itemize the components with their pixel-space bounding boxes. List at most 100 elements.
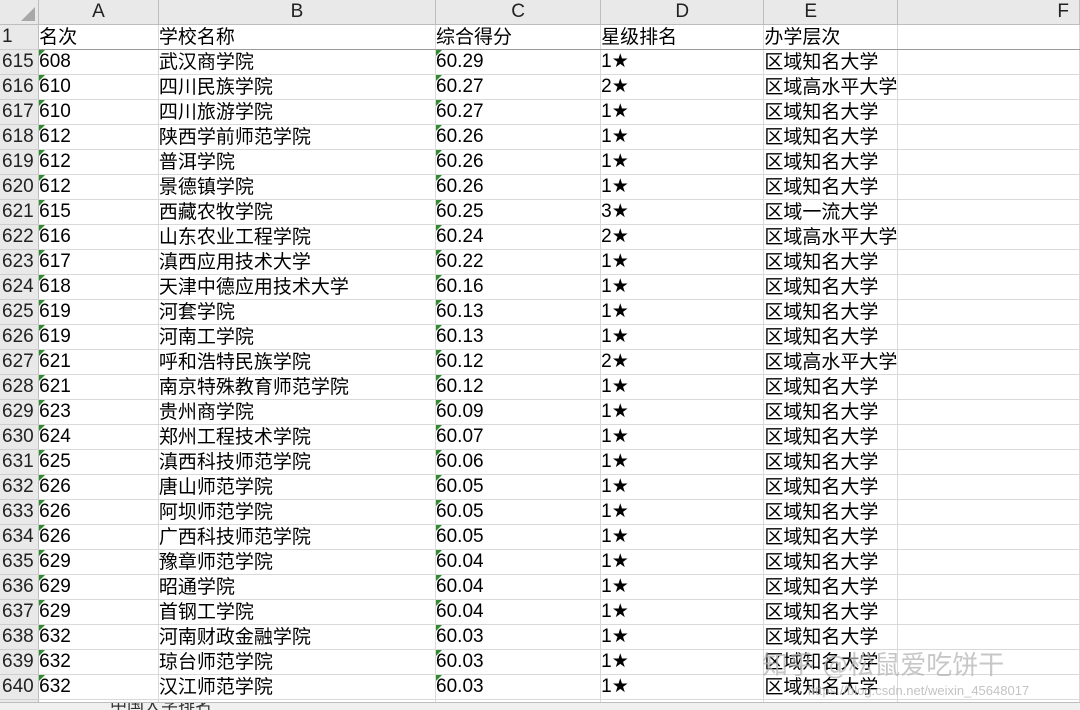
cell-empty[interactable] — [897, 349, 1080, 375]
cell-score[interactable]: 60.04 — [435, 574, 602, 600]
cell-score[interactable]: 60.12 — [435, 349, 602, 375]
cell-rank[interactable]: 618 — [38, 274, 159, 300]
cell-score[interactable]: 60.05 — [435, 499, 602, 525]
cell-rank[interactable]: 617 — [38, 249, 159, 275]
row-header[interactable]: 617 — [0, 99, 40, 125]
cell-star-rank[interactable]: 2★ — [600, 74, 765, 100]
row-header[interactable]: 636 — [0, 574, 40, 600]
cell-level[interactable]: 区域高水平大学 — [763, 224, 899, 250]
row-header[interactable]: 624 — [0, 274, 40, 300]
row-header[interactable]: 623 — [0, 249, 40, 275]
row-header[interactable]: 619 — [0, 149, 40, 175]
cell-rank[interactable]: 625 — [38, 449, 159, 475]
cell-star-rank[interactable]: 1★ — [600, 674, 765, 700]
cell-star-rank[interactable]: 1★ — [600, 49, 765, 75]
cell-star-rank[interactable]: 1★ — [600, 99, 765, 125]
cell-rank[interactable]: 626 — [38, 474, 159, 500]
cell-empty[interactable] — [897, 99, 1080, 125]
row-header[interactable]: 638 — [0, 624, 40, 650]
row-header[interactable]: 629 — [0, 399, 40, 425]
cell-level[interactable]: 区域知名大学 — [763, 299, 899, 325]
cell-score[interactable]: 60.03 — [435, 674, 602, 700]
cell-star-rank[interactable]: 2★ — [600, 349, 765, 375]
cell-score[interactable]: 60.26 — [435, 174, 602, 200]
cell-empty[interactable] — [897, 249, 1080, 275]
cell-school-name[interactable]: 山东农业工程学院 — [158, 224, 437, 250]
cell-rank[interactable]: 612 — [38, 149, 159, 175]
cell-empty[interactable] — [897, 474, 1080, 500]
cell-score[interactable]: 60.27 — [435, 74, 602, 100]
cell-star-rank[interactable]: 2★ — [600, 224, 765, 250]
cell-score[interactable]: 60.29 — [435, 49, 602, 75]
cell-score[interactable]: 60.26 — [435, 124, 602, 150]
cell-rank[interactable]: 624 — [38, 424, 159, 450]
cell-header-star[interactable]: 星级排名 — [600, 24, 765, 50]
cell-level[interactable]: 区域知名大学 — [763, 149, 899, 175]
cell-rank[interactable]: 610 — [38, 99, 159, 125]
cell-level[interactable]: 区域知名大学 — [763, 549, 899, 575]
cell-score[interactable]: 60.03 — [435, 624, 602, 650]
cell-score[interactable]: 60.03 — [435, 649, 602, 675]
cell-star-rank[interactable]: 1★ — [600, 599, 765, 625]
cell-empty[interactable] — [897, 299, 1080, 325]
cell-empty[interactable] — [897, 124, 1080, 150]
cell-star-rank[interactable]: 1★ — [600, 249, 765, 275]
cell-school-name[interactable]: 南京特殊教育师范学院 — [158, 374, 437, 400]
sheet-tab[interactable]: 中国大学排名 — [110, 703, 212, 710]
cell-score[interactable]: 60.13 — [435, 299, 602, 325]
row-header[interactable]: 625 — [0, 299, 40, 325]
row-header[interactable]: 628 — [0, 374, 40, 400]
cell-level[interactable]: 区域知名大学 — [763, 274, 899, 300]
cell-rank[interactable]: 616 — [38, 224, 159, 250]
cell-rank[interactable]: 626 — [38, 524, 159, 550]
row-header[interactable]: 635 — [0, 549, 40, 575]
column-header-c[interactable]: C — [435, 0, 602, 25]
row-header[interactable]: 640 — [0, 674, 40, 700]
cell-header-empty[interactable] — [897, 24, 1080, 50]
cell-score[interactable]: 60.05 — [435, 524, 602, 550]
cell-score[interactable]: 60.04 — [435, 549, 602, 575]
cell-empty[interactable] — [897, 424, 1080, 450]
row-header[interactable]: 620 — [0, 174, 40, 200]
cell-school-name[interactable]: 昭通学院 — [158, 574, 437, 600]
cell-school-name[interactable]: 琼台师范学院 — [158, 649, 437, 675]
row-header[interactable]: 621 — [0, 199, 40, 225]
cell-rank[interactable]: 612 — [38, 124, 159, 150]
cell-school-name[interactable]: 滇西应用技术大学 — [158, 249, 437, 275]
cell-score[interactable]: 60.26 — [435, 149, 602, 175]
column-header-f[interactable]: F — [897, 0, 1080, 25]
cell-score[interactable]: 60.16 — [435, 274, 602, 300]
row-header[interactable]: 1 — [0, 24, 40, 50]
cell-score[interactable]: 60.07 — [435, 424, 602, 450]
row-header[interactable]: 631 — [0, 449, 40, 475]
cell-score[interactable]: 60.09 — [435, 399, 602, 425]
cell-empty[interactable] — [897, 574, 1080, 600]
cell-score[interactable]: 60.05 — [435, 474, 602, 500]
cell-rank[interactable]: 621 — [38, 349, 159, 375]
cell-school-name[interactable]: 四川旅游学院 — [158, 99, 437, 125]
row-header[interactable]: 639 — [0, 649, 40, 675]
cell-score[interactable]: 60.24 — [435, 224, 602, 250]
cell-empty[interactable] — [897, 274, 1080, 300]
cell-score[interactable]: 60.04 — [435, 599, 602, 625]
cell-rank[interactable]: 629 — [38, 599, 159, 625]
select-all-corner[interactable] — [0, 0, 40, 25]
cell-school-name[interactable]: 陕西学前师范学院 — [158, 124, 437, 150]
cell-level[interactable]: 区域知名大学 — [763, 499, 899, 525]
cell-star-rank[interactable]: 1★ — [600, 399, 765, 425]
cell-rank[interactable]: 608 — [38, 49, 159, 75]
row-header[interactable]: 616 — [0, 74, 40, 100]
cell-rank[interactable]: 619 — [38, 299, 159, 325]
cell-rank[interactable]: 629 — [38, 549, 159, 575]
cell-school-name[interactable]: 首钢工学院 — [158, 599, 437, 625]
row-header[interactable]: 633 — [0, 499, 40, 525]
cell-rank[interactable]: 629 — [38, 574, 159, 600]
cell-level[interactable]: 区域知名大学 — [763, 99, 899, 125]
cell-level[interactable]: 区域知名大学 — [763, 374, 899, 400]
cell-school-name[interactable]: 阿坝师范学院 — [158, 499, 437, 525]
cell-school-name[interactable]: 贵州商学院 — [158, 399, 437, 425]
cell-rank[interactable]: 626 — [38, 499, 159, 525]
cell-empty[interactable] — [897, 549, 1080, 575]
cell-school-name[interactable]: 唐山师范学院 — [158, 474, 437, 500]
cell-school-name[interactable]: 滇西科技师范学院 — [158, 449, 437, 475]
